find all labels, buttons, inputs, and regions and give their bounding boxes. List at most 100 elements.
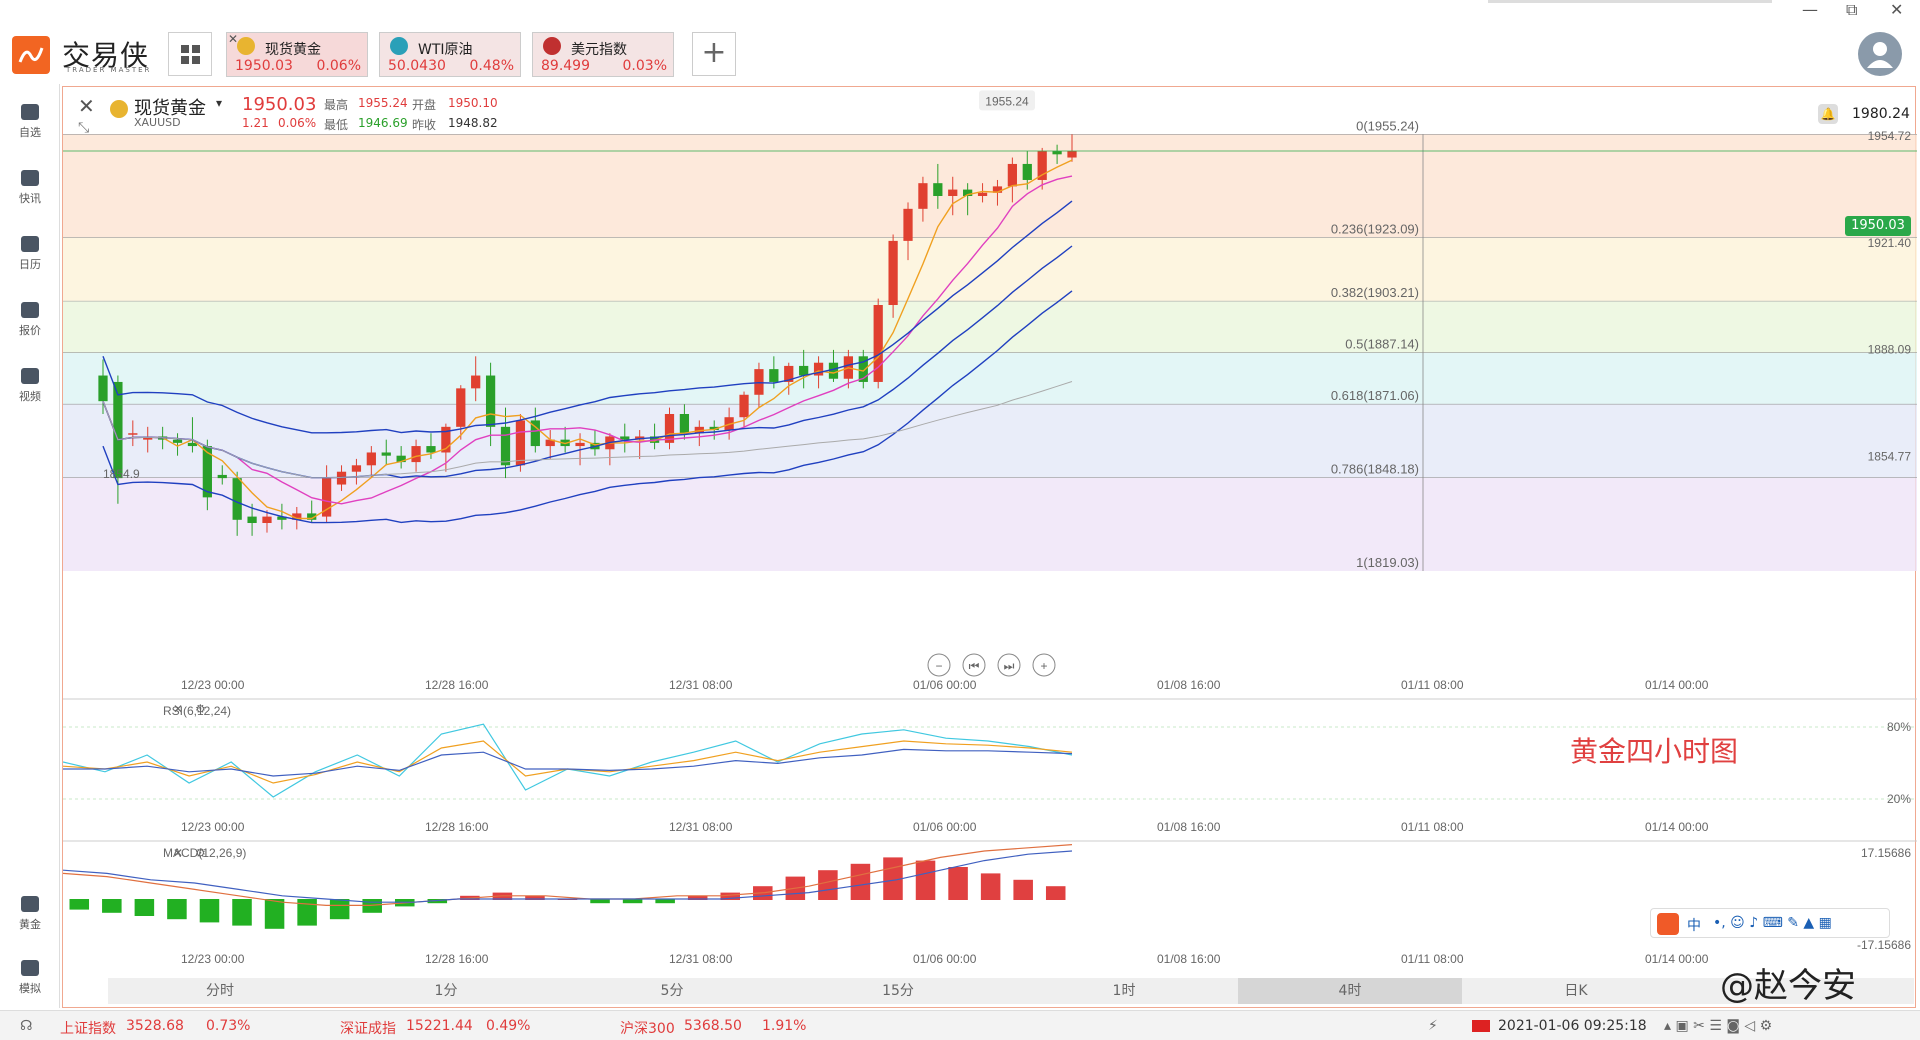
tray-icons[interactable]: ▴ ▣ ✂ ☰ ◙ ◁ ⚙ — [1664, 1018, 1772, 1034]
clock: 2021-01-06 09:25:18 — [1498, 1018, 1647, 1034]
tf-button[interactable]: 1分 — [334, 978, 558, 1004]
tab-price: 89.499 — [541, 58, 590, 74]
zoom-control-glyph: − — [935, 659, 942, 673]
app-window: 交易侠 TRADER MASTER ✕ 现货黄金 1950.03 0.06% W… — [0, 0, 1920, 1040]
right-axis-label: 1921.40 — [1868, 236, 1912, 250]
x-axis-label: 01/06 00:00 — [913, 678, 977, 692]
sidebar-item-simulate[interactable]: 模拟 — [0, 954, 60, 1008]
tf-button[interactable]: 15分 — [786, 978, 1010, 1004]
sidebar-item-gold[interactable]: 黄金 — [0, 890, 60, 944]
tf-button-active[interactable]: 4时 — [1238, 978, 1462, 1004]
index-name[interactable]: 沪深300 — [620, 1018, 675, 1038]
x-axis-label: 12/28 16:00 — [425, 678, 489, 692]
ime-toolbar[interactable]: 中 •, ☺ ♪ ⌨ ✎ ▲ ▦ — [1650, 908, 1890, 938]
tab-price: 1950.03 — [235, 58, 293, 74]
watermark: @赵今安 — [1720, 966, 1856, 1006]
index-name[interactable]: 深证成指 — [340, 1018, 396, 1038]
sogou-logo-icon — [1657, 913, 1679, 935]
index-name[interactable]: 上证指数 — [60, 1018, 116, 1038]
close-chart-icon[interactable]: ✕ — [78, 94, 95, 118]
x-axis-label: 12/31 08:00 — [669, 820, 733, 834]
bell-icon[interactable]: 🔔 — [1818, 104, 1838, 124]
x-axis-label: 01/11 08:00 — [1401, 678, 1464, 692]
gold-coin-icon — [110, 100, 128, 118]
x-axis-label: 01/08 16:00 — [1157, 952, 1221, 966]
sidebar-item-quotes[interactable]: 报价 — [0, 296, 60, 350]
candle-body — [232, 478, 242, 520]
top-edge-bar — [1488, 0, 1772, 3]
close-button[interactable]: ✕ — [1890, 0, 1903, 19]
fib-label: 0.786(1848.18) — [1331, 462, 1419, 477]
headset-icon[interactable]: ☊ — [20, 1018, 32, 1034]
user-avatar[interactable] — [1858, 32, 1902, 76]
candle-body — [411, 446, 421, 463]
macd-bottom-label: -17.15686 — [1857, 938, 1911, 952]
x-axis-label: 01/08 16:00 — [1157, 678, 1221, 692]
add-tab-button[interactable]: + — [692, 32, 736, 76]
macd-histogram-bar — [329, 899, 350, 920]
sidebar-item-watchlist[interactable]: 自选 — [0, 98, 60, 152]
candle-body — [918, 183, 928, 209]
candle-body — [500, 426, 511, 466]
prev-value: 1948.82 — [448, 116, 498, 130]
collapse-icon[interactable]: ⤡ — [78, 120, 89, 136]
candle-body — [754, 369, 764, 395]
macd-histogram-bar — [1045, 886, 1066, 900]
tab-name: 现货黄金 — [265, 42, 321, 58]
x-axis-label: 01/14 00:00 — [1645, 952, 1709, 966]
candle-body — [366, 452, 376, 466]
fib-band — [63, 237, 1917, 302]
signal-icon[interactable]: ⚡ — [1428, 1018, 1438, 1034]
tab-name: WTI原油 — [418, 42, 473, 58]
candle-body — [456, 388, 466, 427]
app-subtitle: TRADER MASTER — [66, 66, 152, 74]
current-price-tag: 1950.03 — [1845, 216, 1911, 236]
x-axis-label: 01/14 00:00 — [1645, 678, 1709, 692]
tab-gold[interactable]: ✕ 现货黄金 1950.03 0.06% — [226, 32, 368, 77]
sidebar-item-video[interactable]: 视频 — [0, 362, 60, 416]
top-bar: 交易侠 TRADER MASTER ✕ 现货黄金 1950.03 0.06% W… — [0, 0, 1920, 84]
x-axis-label: 12/23 00:00 — [181, 678, 245, 692]
candle-body — [485, 375, 496, 427]
tf-button[interactable]: 1时 — [1012, 978, 1236, 1004]
minimize-button[interactable]: — — [1802, 0, 1818, 19]
macd-histogram-bar — [199, 899, 220, 923]
candle-body — [247, 516, 257, 524]
fib-label: 0(1955.24) — [1356, 118, 1419, 133]
macd-top-label: 17.15686 — [1861, 846, 1911, 860]
index-pct: 0.73% — [206, 1018, 251, 1034]
chevron-down-icon[interactable]: ▾ — [216, 96, 222, 110]
x-axis-label: 01/11 08:00 — [1401, 820, 1464, 834]
symbol-change: 1.21 — [242, 116, 269, 130]
rsi-line — [63, 740, 1073, 784]
zoom-control-glyph: + — [1040, 659, 1047, 673]
user-icon — [1867, 42, 1893, 68]
tf-button[interactable]: 5分 — [560, 978, 784, 1004]
low-marker: 1854.9 — [103, 467, 140, 481]
rsi-level-label: 80% — [1887, 720, 1911, 734]
candle-body — [351, 465, 362, 472]
tf-button[interactable]: 日K — [1464, 978, 1688, 1004]
right-axis-label: 1854.77 — [1868, 449, 1912, 463]
pane-close-icon: ✕ — [173, 846, 183, 860]
candle-body — [575, 442, 585, 447]
restore-button[interactable]: ⧉ — [1846, 0, 1857, 20]
tf-button[interactable]: 分时 — [108, 978, 332, 1004]
tab-dxy[interactable]: 美元指数 89.499 0.03% — [532, 32, 674, 77]
low-label: 最低 — [324, 118, 349, 132]
tab-price: 50.0430 — [388, 58, 446, 74]
chart-panel[interactable]: 0(1955.24) 0.236(1923.09) 0.382(1903.21) 0.… — [62, 86, 1917, 1008]
symbol-code: XAUUSD — [134, 116, 181, 129]
tab-wti[interactable]: WTI原油 50.0430 0.48% — [379, 32, 521, 77]
chart-canvas[interactable]: 0(1955.24) 0.236(1923.09) 0.382(1903.21) 0.… — [63, 87, 1917, 977]
layout-grid-button[interactable] — [168, 32, 212, 76]
ime-chinese-mode[interactable]: 中 — [1687, 915, 1701, 935]
sidebar-item-news[interactable]: 快讯 — [0, 164, 60, 218]
candle-body — [217, 474, 227, 479]
ime-tool-icons[interactable]: •, ☺ ♪ ⌨ ✎ ▲ ▦ — [1713, 915, 1832, 931]
x-axis-label: 12/28 16:00 — [425, 952, 489, 966]
rsi-line — [63, 723, 1073, 798]
right-axis-label: 1954.72 — [1868, 129, 1912, 143]
macd-histogram-bar — [590, 899, 610, 904]
sidebar-item-calendar[interactable]: 日历 — [0, 230, 60, 284]
